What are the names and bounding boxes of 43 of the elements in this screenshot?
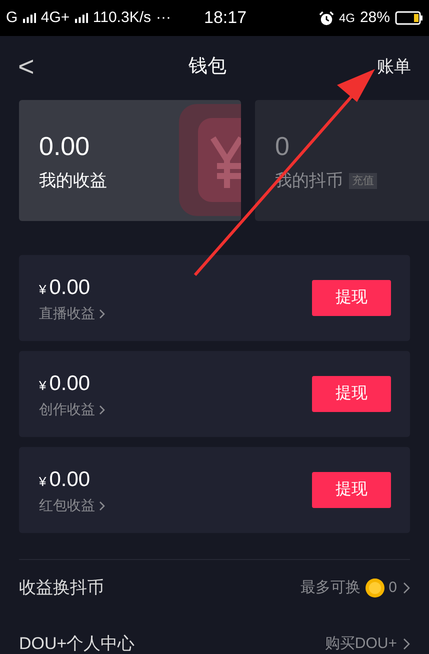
earnings-label[interactable]: 直播收益 (39, 303, 95, 324)
carrier-text: G (6, 8, 18, 28)
battery-percent: 28% (360, 8, 390, 28)
balance-amount: 0 (275, 130, 290, 164)
menu-hint: 购买DOU+ (324, 634, 397, 654)
chevron-icon (99, 500, 105, 511)
withdraw-button[interactable]: 提现 (312, 280, 391, 316)
clock: 18:17 (204, 7, 247, 30)
coin-icon (364, 578, 385, 598)
carrier-text: 4G+ (40, 8, 70, 28)
yen-icon (177, 104, 241, 216)
more-text: ··· (156, 8, 171, 28)
balance-amount: 0.00 (39, 130, 91, 164)
chevron-icon (403, 582, 410, 594)
currency-symbol: ¥ (39, 472, 46, 491)
page-title: 钱包 (188, 54, 228, 79)
balance-label: 我的收益 (39, 170, 107, 192)
earnings-label[interactable]: 创作收益 (39, 399, 95, 420)
bill-link[interactable]: 账单 (377, 54, 411, 80)
battery-icon (395, 11, 423, 25)
alarm-icon (318, 10, 334, 26)
currency-symbol: ¥ (39, 376, 46, 395)
menu-label[interactable]: 收益换抖币 (19, 575, 301, 601)
network-speed: 110.3K/s (92, 8, 151, 28)
menu-value: 0 (388, 578, 397, 598)
network-type: 4G (338, 10, 355, 27)
back-button[interactable]: < (18, 46, 58, 88)
earnings-amount: 0.00 (49, 466, 90, 493)
chevron-icon (99, 308, 105, 319)
earnings-amount: 0.00 (49, 370, 90, 397)
signal-icon (74, 12, 88, 24)
withdraw-button[interactable]: 提现 (312, 376, 391, 412)
menu-hint: 最多可换 (300, 578, 361, 598)
recharge-tag[interactable]: 充值 (349, 172, 377, 190)
chevron-icon (99, 404, 105, 415)
earnings-amount: 0.00 (49, 274, 90, 301)
chevron-icon (403, 638, 410, 650)
earnings-label[interactable]: 红包收益 (39, 495, 95, 516)
currency-symbol: ¥ (39, 280, 46, 299)
signal-icon (22, 12, 36, 24)
income-card[interactable]: 0.00 我的收益 (19, 100, 241, 221)
menu-label[interactable]: DOU+个人中心 (19, 631, 325, 654)
withdraw-button[interactable]: 提现 (312, 472, 391, 508)
